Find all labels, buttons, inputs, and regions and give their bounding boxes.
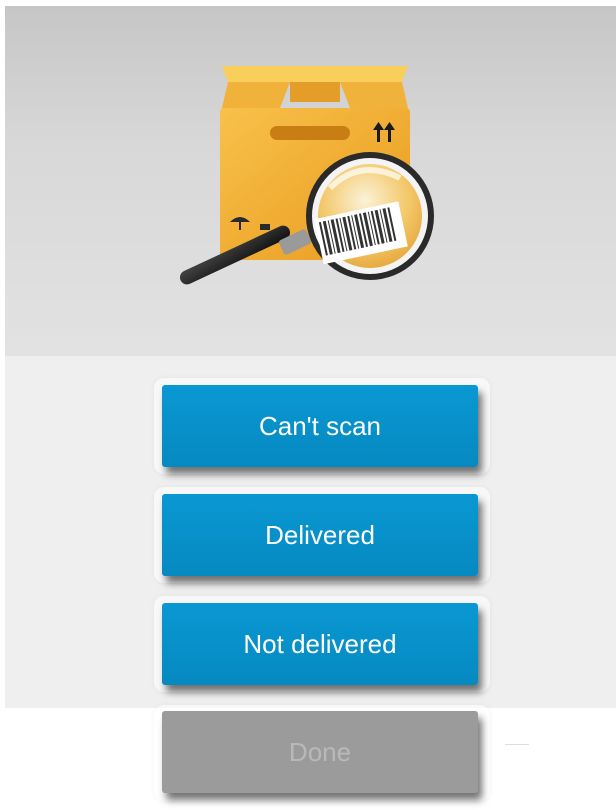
package-barcode-scan-icon: [180, 66, 434, 285]
not-delivered-button[interactable]: Not delivered: [162, 603, 478, 685]
done-button[interactable]: Done: [162, 711, 478, 793]
divider-mark: [505, 744, 529, 745]
cant-scan-button[interactable]: Can't scan: [162, 385, 478, 467]
delivered-button[interactable]: Delivered: [162, 494, 478, 576]
